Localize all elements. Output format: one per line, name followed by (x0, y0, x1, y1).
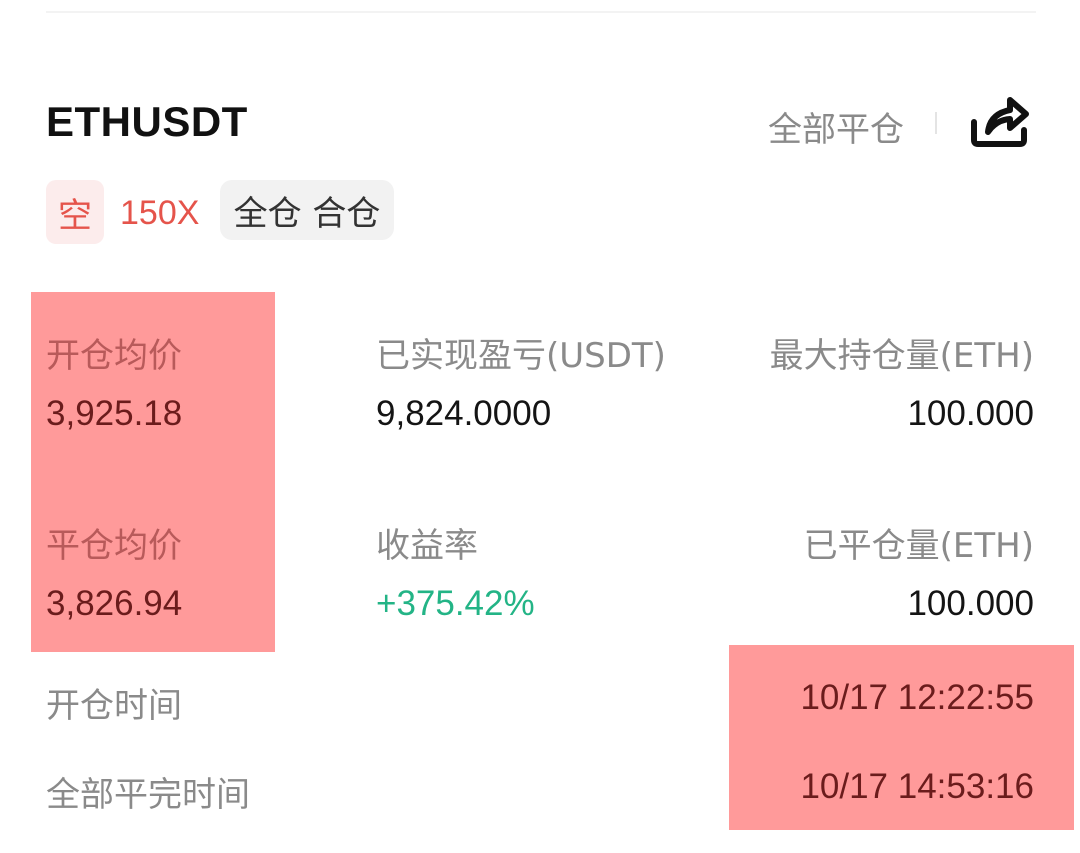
roi-value: +375.42% (376, 584, 535, 623)
symbol-title: ETHUSDT (46, 98, 248, 145)
close-all-time-value: 10/17 14:53:16 (800, 767, 1034, 806)
close-avg-price-label: 平仓均价 (46, 526, 182, 566)
open-time-label: 开仓时间 (46, 686, 182, 726)
leverage-badge: 150X (120, 194, 200, 232)
close-avg-price-value: 3,826.94 (46, 584, 183, 623)
realized-pnl-value: 9,824.0000 (376, 394, 552, 433)
top-divider (46, 11, 1036, 13)
open-avg-price-value: 3,925.18 (46, 394, 183, 433)
max-position-value: 100.000 (907, 394, 1034, 433)
closed-amount-value: 100.000 (907, 584, 1034, 623)
share-icon[interactable] (966, 92, 1032, 150)
max-position-label: 最大持仓量(ETH) (769, 336, 1034, 376)
realized-pnl-label: 已实现盈亏(USDT) (376, 336, 666, 376)
open-avg-price-label: 开仓均价 (46, 336, 182, 376)
header-divider (935, 112, 937, 134)
margin-mode-badge: 全仓 合仓 (220, 180, 394, 240)
roi-label: 收益率 (376, 526, 478, 566)
close-all-button[interactable]: 全部平仓 (768, 102, 904, 151)
close-all-time-label: 全部平完时间 (46, 775, 250, 815)
open-time-value: 10/17 12:22:55 (800, 678, 1034, 717)
side-badge: 空 (46, 180, 104, 244)
closed-amount-label: 已平仓量(ETH) (803, 526, 1034, 566)
position-detail-card: ETHUSDT 全部平仓 空 150X 全仓 合仓 开仓均价 3,925.18 … (0, 0, 1080, 853)
